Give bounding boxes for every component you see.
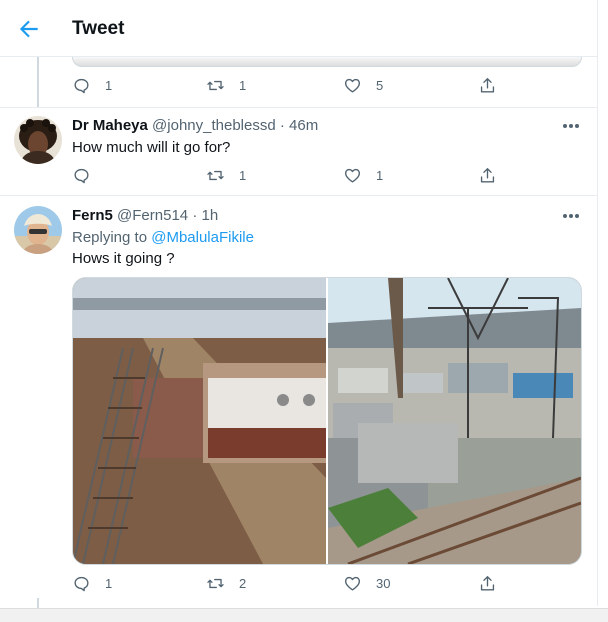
retweet-icon <box>207 80 224 91</box>
author-handle[interactable]: @johny_theblessd <box>152 117 276 134</box>
replying-to: Replying to @MbalulaFikile <box>72 229 254 246</box>
reply-count: 1 <box>105 576 113 591</box>
retweet-button[interactable]: 1 <box>206 166 246 185</box>
reply-button[interactable] <box>72 166 91 185</box>
heart-icon <box>344 576 361 591</box>
separator: · <box>192 207 198 224</box>
top-bar: Tweet <box>0 0 597 57</box>
tweet-media <box>72 277 582 565</box>
retweet-count: 1 <box>239 168 247 183</box>
reply-button[interactable]: 1 <box>72 76 112 95</box>
like-button[interactable]: 30 <box>343 574 390 593</box>
more-options-button[interactable] <box>558 206 584 226</box>
tweet-actions: 1 2 30 <box>72 574 502 596</box>
avatar[interactable] <box>14 116 62 164</box>
retweet-icon <box>207 578 224 589</box>
avatar-photo <box>14 206 62 254</box>
retweet-button[interactable]: 1 <box>206 76 246 95</box>
retweet-count: 2 <box>239 576 247 591</box>
page-title: Tweet <box>72 18 125 39</box>
tweet-divider <box>0 107 597 108</box>
tweet-actions: 1 1 5 <box>72 76 502 98</box>
speech-bubble-icon <box>74 576 89 592</box>
share-upload-icon <box>480 576 495 591</box>
heart-icon <box>344 168 361 183</box>
separator: · <box>279 117 285 134</box>
thread-connector <box>37 57 39 107</box>
like-count: 30 <box>376 576 391 591</box>
bottom-strip <box>0 608 608 622</box>
tweet-actions: 1 1 <box>72 166 502 188</box>
tweet-divider <box>0 195 597 196</box>
share-button[interactable] <box>478 166 497 185</box>
more-dots-icon <box>563 124 579 128</box>
tweet-time[interactable]: 46m <box>289 117 318 134</box>
photo-informal-settlement[interactable] <box>328 278 581 564</box>
like-count: 5 <box>376 78 384 93</box>
retweet-count: 1 <box>239 78 247 93</box>
tweet-text: Hows it going ? <box>72 250 175 267</box>
tweet-text: How much will it go for? <box>72 139 231 156</box>
share-button[interactable] <box>478 574 497 593</box>
more-options-button[interactable] <box>558 116 584 136</box>
arrow-left-icon <box>19 20 38 38</box>
avatar-photo <box>14 116 62 164</box>
speech-bubble-icon <box>74 78 89 94</box>
heart-icon <box>344 78 361 93</box>
settlement-photo <box>328 278 581 564</box>
share-button[interactable] <box>478 76 497 95</box>
share-upload-icon <box>480 78 495 93</box>
reply-button[interactable]: 1 <box>72 574 112 593</box>
like-count: 1 <box>376 168 384 183</box>
retweet-button[interactable]: 2 <box>206 574 246 593</box>
tweet-time[interactable]: 1h <box>201 207 218 224</box>
tweet-header: Fern5 @Fern514 · 1h <box>72 207 218 224</box>
retweet-icon <box>207 170 224 181</box>
photo-railway-building[interactable] <box>73 278 326 564</box>
tweet-header: Dr Maheya @johny_theblessd · 46m <box>72 117 318 134</box>
mention-link[interactable]: @MbalulaFikile <box>151 229 254 246</box>
author-name[interactable]: Fern5 <box>72 207 113 224</box>
previous-tweet-media[interactable] <box>72 57 582 67</box>
like-button[interactable]: 1 <box>343 166 383 185</box>
reply-count: 1 <box>105 78 113 93</box>
thread-connector <box>37 598 39 608</box>
avatar[interactable] <box>14 206 62 254</box>
more-dots-icon <box>563 214 579 218</box>
share-upload-icon <box>480 168 495 183</box>
like-button[interactable]: 5 <box>343 76 383 95</box>
back-button[interactable] <box>16 16 42 42</box>
speech-bubble-icon <box>74 168 89 184</box>
column-border <box>597 0 598 606</box>
railway-photo <box>73 278 326 564</box>
author-name[interactable]: Dr Maheya <box>72 117 148 134</box>
author-handle[interactable]: @Fern514 <box>117 207 188 224</box>
replying-prefix: Replying to <box>72 229 152 246</box>
